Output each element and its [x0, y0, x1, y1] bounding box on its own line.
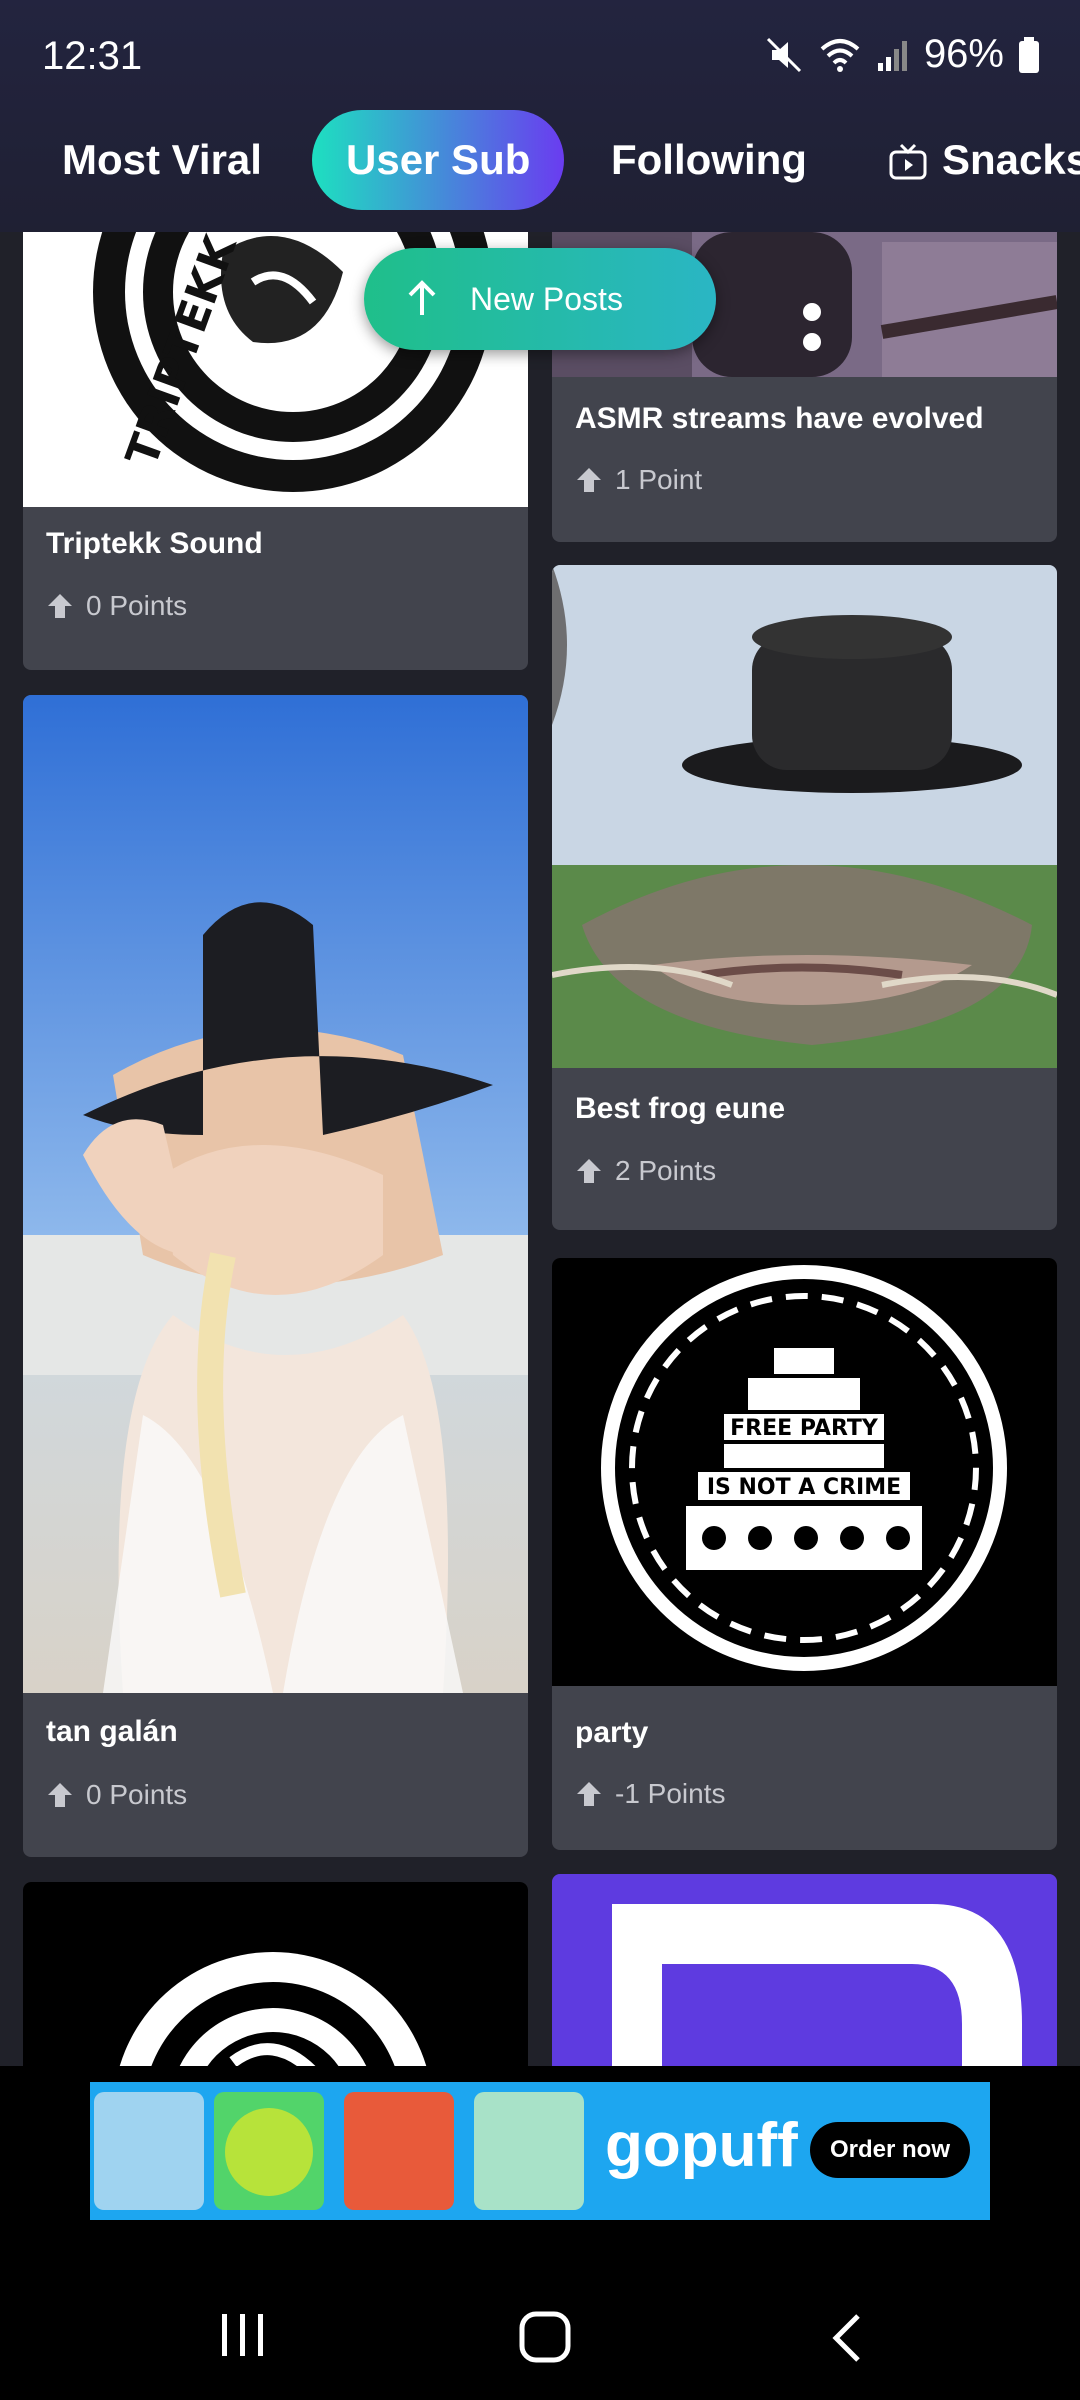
tab-user-sub[interactable]: User Sub [312, 110, 565, 210]
signal-icon [877, 40, 907, 71]
logo-text: IS NOT A CRIME [707, 1475, 901, 1500]
battery-percent: 96% [923, 32, 1004, 76]
post-image [23, 1882, 528, 2066]
upvote-icon[interactable] [575, 466, 603, 494]
arrow-up-icon [408, 280, 436, 315]
post-title: party [575, 1716, 649, 1749]
feed-tabs: Most Viral User Sub Following Snacks [0, 110, 1080, 210]
ad-brand: gopuff [605, 2111, 798, 2180]
system-nav-bar [0, 2220, 1080, 2400]
post-points: 2 Points [575, 1155, 716, 1187]
post-card[interactable] [552, 1874, 1057, 2066]
ad-banner[interactable]: gopuff Order now [90, 2082, 990, 2220]
upvote-icon[interactable] [46, 592, 74, 620]
upvote-icon[interactable] [575, 1780, 603, 1808]
post-points: -1 Points [575, 1778, 726, 1810]
tab-snacks-label: Snacks [942, 136, 1080, 183]
status-time: 12:31 [42, 34, 143, 78]
new-posts-label: New Posts [470, 280, 623, 317]
post-title: ASMR streams have evolved [575, 402, 984, 435]
home-icon[interactable] [518, 2310, 574, 2366]
upvote-icon[interactable] [46, 1781, 74, 1809]
points-label: 1 Point [615, 464, 703, 495]
tab-following[interactable]: Following [611, 110, 807, 210]
tab-snacks[interactable]: Snacks [888, 110, 1080, 210]
tv-icon [889, 143, 927, 180]
points-label: 0 Points [86, 1779, 188, 1810]
mute-icon [766, 37, 801, 72]
post-points: 0 Points [46, 1779, 187, 1811]
post-image [552, 565, 1057, 1068]
post-card[interactable]: tan galán 0 Points [23, 695, 528, 1857]
recent-apps-icon[interactable] [218, 2310, 268, 2360]
post-points: 0 Points [46, 590, 187, 622]
post-grid: TRIPTEKK Triptekk Sound 0 Points tan gal… [0, 232, 1080, 2066]
ad-product-image [344, 2092, 454, 2210]
post-title: Best frog eune [575, 1092, 786, 1125]
ad-product-image [94, 2092, 204, 2210]
ad-area: gopuff Order now [0, 2066, 1080, 2220]
ad-order-button[interactable]: Order now [810, 2122, 970, 2178]
post-title: Triptekk Sound [46, 527, 263, 560]
ad-product-image [474, 2092, 584, 2210]
status-icons: 96% [764, 32, 1040, 77]
post-image: FREE PARTY IS NOT A CRIME [552, 1258, 1057, 1686]
wifi-icon [820, 38, 860, 72]
post-image [23, 695, 528, 1693]
logo-text: FREE PARTY [730, 1416, 879, 1441]
post-points: 1 Point [575, 464, 702, 496]
post-title: tan galán [46, 1715, 178, 1748]
points-label: -1 Points [615, 1778, 726, 1809]
ad-product-image [214, 2092, 324, 2210]
points-label: 2 Points [615, 1155, 717, 1186]
post-card[interactable] [23, 1882, 528, 2066]
app-header: 12:31 96% Most Viral User Sub Following … [0, 0, 1080, 232]
upvote-icon[interactable] [575, 1157, 603, 1185]
new-posts-button[interactable]: New Posts [364, 248, 716, 350]
points-label: 0 Points [86, 590, 188, 621]
tab-most-viral[interactable]: Most Viral [62, 110, 262, 210]
status-bar: 12:31 96% [0, 0, 1080, 120]
post-card[interactable]: FREE PARTY IS NOT A CRIME party -1 Point… [552, 1258, 1057, 1850]
battery-icon [1019, 36, 1039, 73]
back-icon[interactable] [828, 2310, 868, 2366]
post-card[interactable]: Best frog eune 2 Points [552, 565, 1057, 1230]
post-image [552, 1874, 1057, 2066]
